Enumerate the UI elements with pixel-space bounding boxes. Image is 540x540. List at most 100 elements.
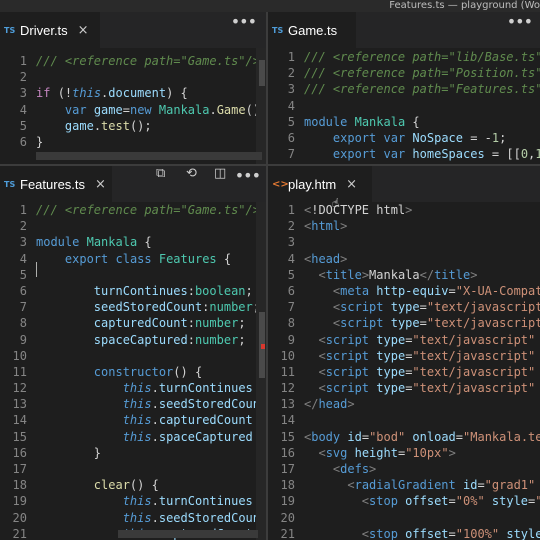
code-text[interactable]: } bbox=[36, 445, 101, 461]
code-text[interactable]: <stop offset="100%" style="st bbox=[304, 526, 540, 540]
code-line[interactable]: 1 /// <reference path="lib/Base.ts"/> bbox=[268, 49, 540, 65]
code-line[interactable]: 8 capturedCount:number; bbox=[0, 315, 266, 331]
code-text[interactable]: if (!this.document) { bbox=[36, 85, 188, 101]
code-line[interactable]: 2 bbox=[0, 218, 266, 234]
code-text[interactable]: <defs> bbox=[304, 461, 376, 477]
code-line[interactable]: 14 this.capturedCount = 0; bbox=[0, 412, 266, 428]
code-line[interactable]: 11 constructor() { bbox=[0, 364, 266, 380]
code-text[interactable]: export class Features { bbox=[36, 251, 231, 267]
code-text[interactable]: game.test(); bbox=[36, 118, 152, 134]
code-line[interactable]: 5 module Mankala { bbox=[268, 114, 540, 130]
code-line[interactable]: 16 } bbox=[0, 445, 266, 461]
code-text[interactable]: export var NoSpace = -1; bbox=[304, 130, 506, 146]
horizontal-scrollbar[interactable] bbox=[118, 530, 258, 538]
code-text[interactable]: clear() { bbox=[36, 477, 159, 493]
code-line[interactable]: 3 module Mankala { bbox=[0, 234, 266, 250]
code-text[interactable]: this.seedStoredCount = 0 bbox=[36, 510, 266, 526]
code-editor[interactable]: 1 /// <reference path="Game.ts"/> 2 3 module… bbox=[0, 202, 266, 540]
code-line[interactable]: 3 bbox=[268, 234, 540, 250]
code-line[interactable]: 7 seedStoredCount:number; bbox=[0, 299, 266, 315]
more-actions-icon[interactable]: ••• bbox=[231, 12, 257, 48]
code-text[interactable]: module Mankala { bbox=[304, 114, 420, 130]
code-line[interactable]: 1 /// <reference path="Game.ts"/> bbox=[0, 202, 266, 218]
code-editor[interactable]: 1 /// <reference path="Game.ts"/> 2 3 if (!t… bbox=[0, 48, 266, 164]
code-text[interactable]: this.turnContinues = fa bbox=[36, 493, 266, 509]
vertical-scrollbar[interactable] bbox=[256, 48, 266, 164]
code-line[interactable]: 5 game.test(); bbox=[0, 118, 266, 134]
editor-pane-features[interactable]: TS Features.ts × ⧉ ⟲ ◫ ••• 1 /// <referen… bbox=[0, 166, 266, 540]
code-text[interactable]: /// <reference path="Game.ts"/> bbox=[36, 202, 260, 218]
code-line[interactable]: 17 <defs> bbox=[268, 461, 540, 477]
code-line[interactable]: 10 <script type="text/javascript" src bbox=[268, 348, 540, 364]
scrollbar-thumb[interactable] bbox=[259, 60, 265, 86]
code-line[interactable]: 15 <body id="bod" onload="Mankala.testB bbox=[268, 429, 540, 445]
code-line[interactable]: 17 bbox=[0, 461, 266, 477]
code-line[interactable]: 2 /// <reference path="Position.ts"/> bbox=[268, 65, 540, 81]
split-editor-icon[interactable]: ◫ bbox=[214, 166, 226, 202]
horizontal-divider[interactable] bbox=[0, 164, 540, 166]
close-tab-icon[interactable]: × bbox=[346, 177, 357, 192]
code-line[interactable]: 20 this.seedStoredCount = 0 bbox=[0, 510, 266, 526]
code-line[interactable]: 16 <svg height="10px"> bbox=[268, 445, 540, 461]
code-line[interactable]: 4 bbox=[268, 98, 540, 114]
code-text[interactable]: /// <reference path="Features.ts" /> bbox=[304, 81, 540, 97]
tab-play-htm[interactable]: <> play.htm × bbox=[268, 166, 372, 202]
open-changes-icon[interactable]: ⟲ bbox=[186, 166, 197, 202]
code-line[interactable]: 7 export var homeSpaces = [[0,1,2 bbox=[268, 146, 540, 162]
horizontal-scrollbar[interactable] bbox=[36, 152, 262, 160]
code-text[interactable]: <script type="text/javascript" src bbox=[304, 364, 540, 380]
code-text[interactable]: </head> bbox=[304, 396, 355, 412]
code-text[interactable]: spaceCaptured:number; bbox=[36, 332, 246, 348]
code-line[interactable]: 7 <script type="text/javascript" s bbox=[268, 299, 540, 315]
code-line[interactable]: 2 bbox=[0, 69, 266, 85]
code-text[interactable]: seedStoredCount:number; bbox=[36, 299, 260, 315]
code-text[interactable]: <title>Mankala</title> bbox=[304, 267, 477, 283]
code-editor[interactable]: 1 /// <reference path="lib/Base.ts"/> 2 ///… bbox=[268, 48, 540, 164]
vertical-divider[interactable] bbox=[266, 12, 268, 540]
code-line[interactable]: 3 if (!this.document) { bbox=[0, 85, 266, 101]
code-text[interactable]: s bbox=[304, 510, 540, 526]
code-line[interactable]: 11 <script type="text/javascript" src bbox=[268, 364, 540, 380]
code-text[interactable]: <script type="text/javascript" s bbox=[304, 299, 540, 315]
code-text[interactable]: constructor() { bbox=[36, 364, 202, 380]
tab-game-ts[interactable]: TS Game.ts bbox=[268, 12, 356, 48]
code-text[interactable]: module Mankala { bbox=[36, 234, 152, 250]
close-tab-icon[interactable]: × bbox=[78, 23, 89, 38]
code-text[interactable]: <script type="text/javascript" src bbox=[304, 348, 540, 364]
code-line[interactable]: 18 clear() { bbox=[0, 477, 266, 493]
code-text[interactable]: <script type="text/javascript" s bbox=[304, 315, 540, 331]
code-text[interactable]: this.capturedCount = 0; bbox=[36, 412, 266, 428]
code-line[interactable]: 3 /// <reference path="Features.ts" /> bbox=[268, 81, 540, 97]
code-line[interactable]: 4 export class Features { bbox=[0, 251, 266, 267]
code-line[interactable]: 12 this.turnContinues = fa bbox=[0, 380, 266, 396]
code-text[interactable]: this.seedStoredCount = 0 bbox=[36, 396, 266, 412]
code-text[interactable]: /// <reference path="Game.ts"/> bbox=[36, 53, 260, 69]
code-text[interactable]: capturedCount:number; bbox=[36, 315, 246, 331]
tab-features-ts[interactable]: TS Features.ts × bbox=[0, 166, 112, 202]
code-editor[interactable]: 1 <!DOCTYPE html> 2 <html> 3 4 <head> 5 <title>… bbox=[268, 202, 540, 540]
code-text[interactable]: <html> bbox=[304, 218, 347, 234]
code-line[interactable]: 4 var game=new Mankala.Game(); bbox=[0, 102, 266, 118]
code-line[interactable]: 14 bbox=[268, 412, 540, 428]
code-text[interactable]: <head> bbox=[304, 251, 347, 267]
code-line[interactable]: 5 bbox=[0, 267, 266, 283]
code-line[interactable]: 9 spaceCaptured:number; bbox=[0, 332, 266, 348]
code-text[interactable]: <body id="bod" onload="Mankala.testB bbox=[304, 429, 540, 445]
code-text[interactable]: /// <reference path="Position.ts"/> bbox=[304, 65, 540, 81]
editor-pane-game[interactable]: TS Game.ts ••• 1 /// <reference path="lib… bbox=[268, 12, 540, 164]
code-line[interactable]: 20 s bbox=[268, 510, 540, 526]
code-line[interactable]: 18 <radialGradient id="grad1" cx bbox=[268, 477, 540, 493]
more-actions-icon[interactable]: ••• bbox=[235, 166, 261, 202]
code-text[interactable]: <svg height="10px"> bbox=[304, 445, 455, 461]
code-text[interactable]: this.spaceCaptured = NoS bbox=[36, 429, 266, 445]
code-line[interactable]: 5 <title>Mankala</title> bbox=[268, 267, 540, 283]
code-line[interactable]: 4 <head> bbox=[268, 251, 540, 267]
code-line[interactable]: 19 this.turnContinues = fa bbox=[0, 493, 266, 509]
code-line[interactable]: 6 <meta http-equiv="X-UA-Compatib bbox=[268, 283, 540, 299]
more-actions-icon[interactable]: ••• bbox=[507, 12, 533, 48]
vertical-scrollbar[interactable] bbox=[256, 202, 266, 540]
code-line[interactable]: 9 <script type="text/javascript" src bbox=[268, 332, 540, 348]
code-line[interactable]: 1 <!DOCTYPE html> bbox=[268, 202, 540, 218]
code-text[interactable]: <!DOCTYPE html> bbox=[304, 202, 412, 218]
code-text[interactable]: <stop offset="0%" style="st bbox=[304, 493, 540, 509]
